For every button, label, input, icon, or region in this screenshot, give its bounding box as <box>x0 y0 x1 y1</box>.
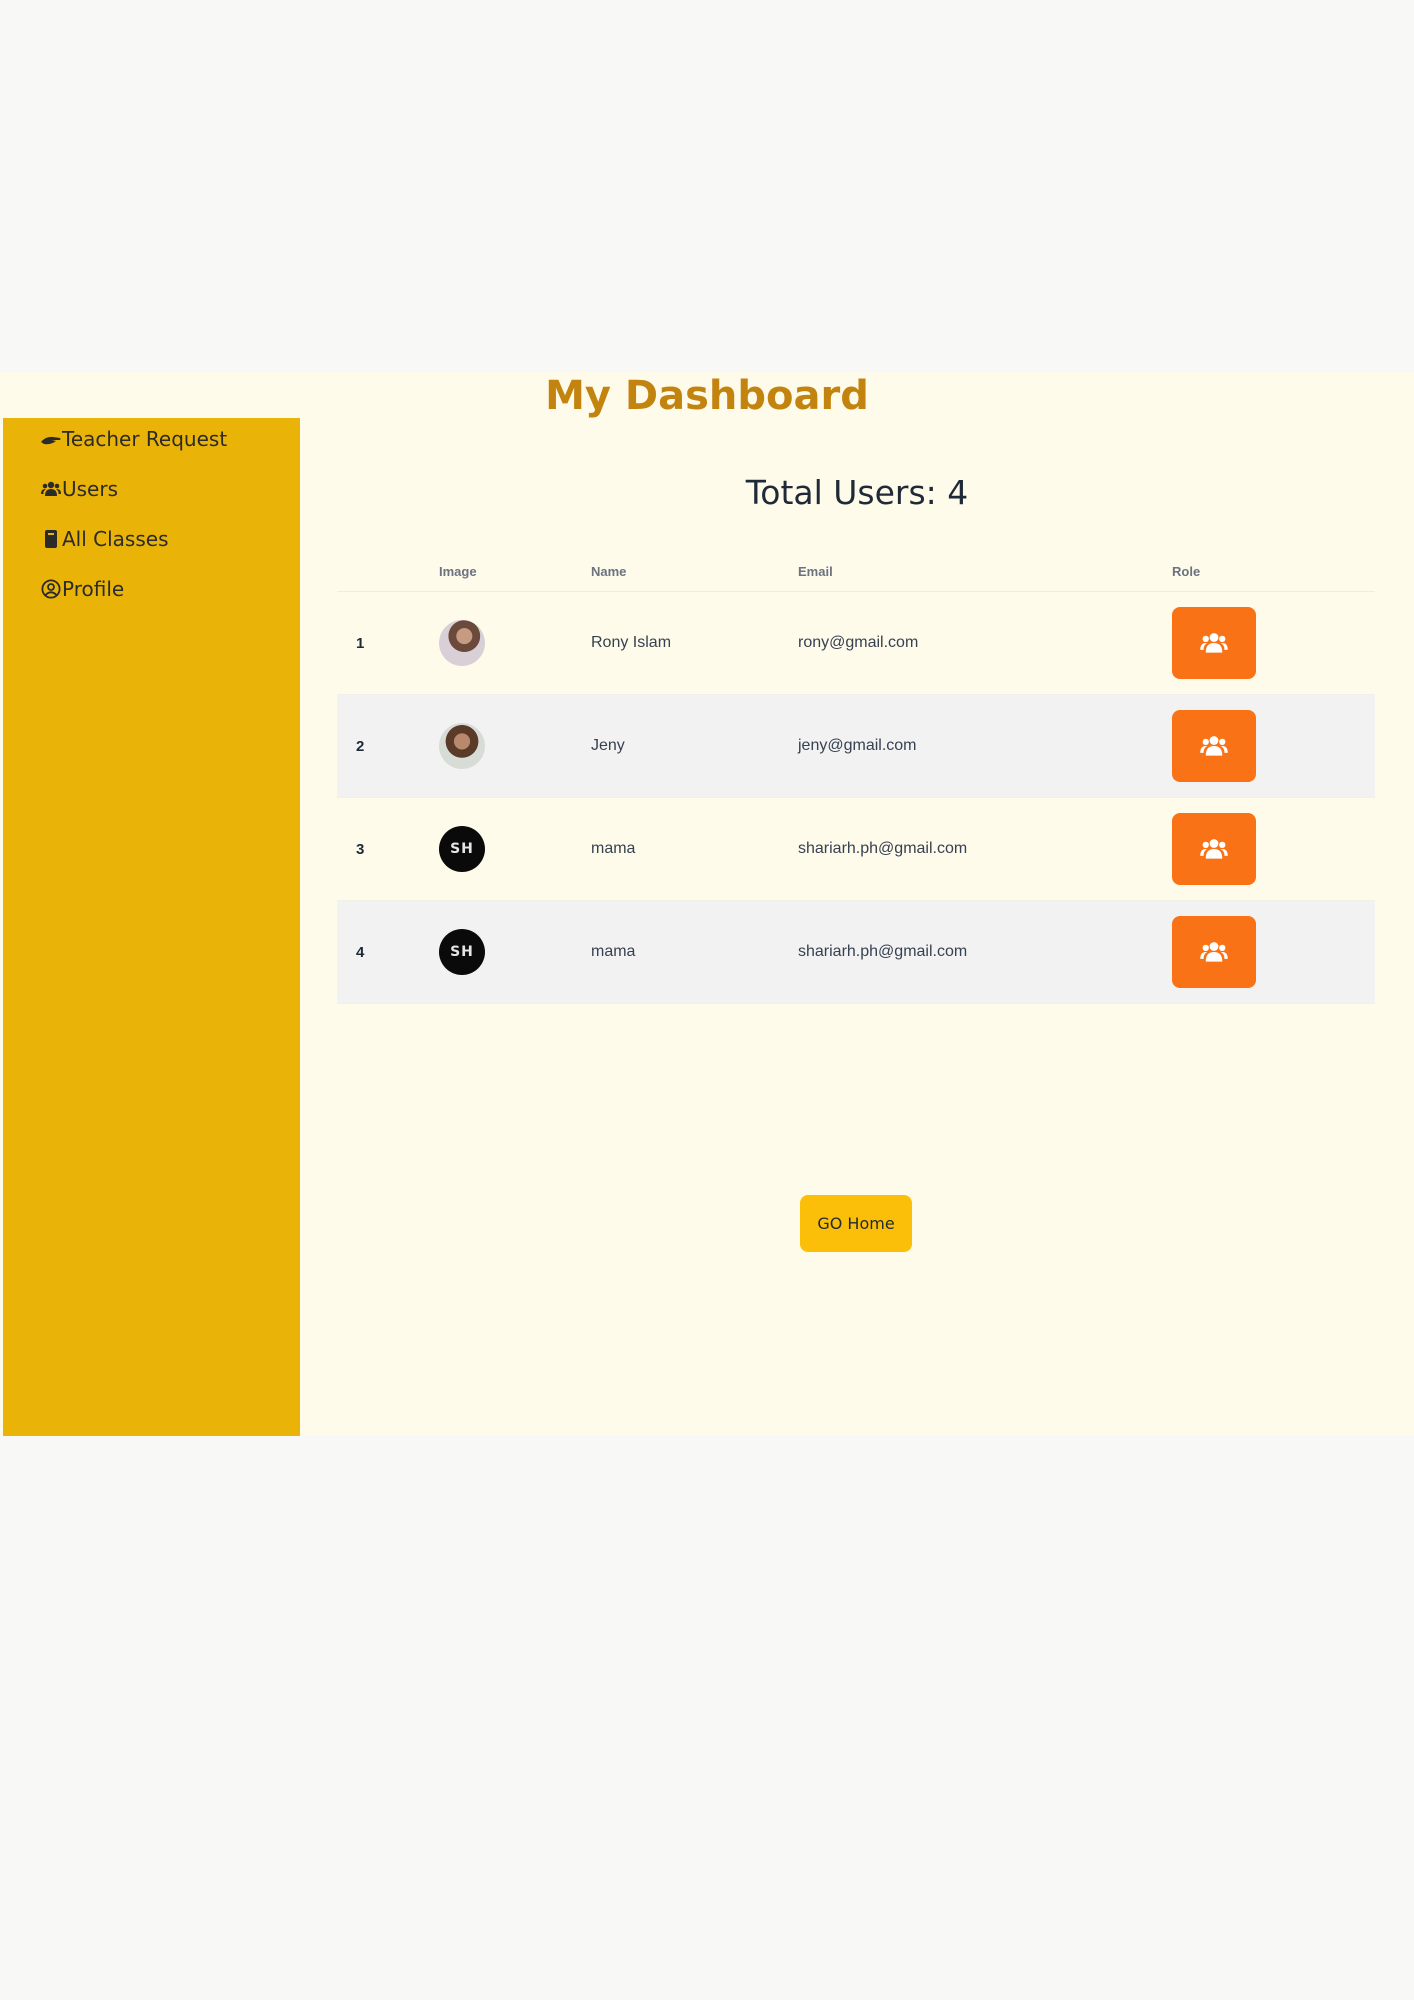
user-name: mama <box>591 943 636 960</box>
make-role-button[interactable] <box>1172 813 1256 885</box>
header-name: Name <box>591 564 627 579</box>
make-role-button[interactable] <box>1172 710 1256 782</box>
role-cell <box>1172 901 1256 1003</box>
users-table: Image Name Email Role 1 Rony Islam rony@… <box>337 552 1375 1004</box>
users-icon <box>40 478 62 500</box>
header-role: Role <box>1172 564 1201 579</box>
table-row: 1 Rony Islam rony@gmail.com <box>337 592 1375 695</box>
avatar <box>439 620 485 666</box>
table-row: 3 SH mama shariarh.ph@gmail.com <box>337 798 1375 901</box>
total-users-title: Total Users: 4 <box>745 473 969 512</box>
sidebar-item-label: All Classes <box>62 527 169 551</box>
role-cell <box>1172 592 1256 694</box>
sidebar: Teacher Request Users All Classes Profil… <box>3 418 300 1436</box>
users-icon <box>1200 942 1228 962</box>
make-role-button[interactable] <box>1172 607 1256 679</box>
user-name: Jeny <box>591 737 625 754</box>
header-image: Image <box>439 564 477 579</box>
avatar-cell: SH <box>439 901 485 1003</box>
table-header: Image Name Email Role <box>337 552 1375 592</box>
go-home-button[interactable]: GO Home <box>800 1195 912 1252</box>
user-circle-icon <box>40 578 62 600</box>
user-email: rony@gmail.com <box>798 634 919 651</box>
sidebar-item-label: Users <box>62 477 119 501</box>
role-cell <box>1172 695 1256 797</box>
role-cell <box>1172 798 1256 900</box>
make-role-button[interactable] <box>1172 916 1256 988</box>
header-email: Email <box>798 564 833 579</box>
user-name: Rony Islam <box>591 634 672 651</box>
avatar: SH <box>439 929 485 975</box>
user-name: mama <box>591 840 636 857</box>
hand-icon <box>40 428 62 450</box>
user-email: shariarh.ph@gmail.com <box>798 840 968 857</box>
sidebar-item-label: Teacher Request <box>62 427 228 451</box>
row-index: 2 <box>356 737 365 755</box>
sidebar-item-teacher-request[interactable]: Teacher Request <box>40 424 227 454</box>
user-email: shariarh.ph@gmail.com <box>798 943 968 960</box>
avatar-cell <box>439 592 485 694</box>
avatar-cell <box>439 695 485 797</box>
users-icon <box>1200 839 1228 859</box>
dashboard-frame: My Dashboard Teacher Request Users All C… <box>0 372 1414 1436</box>
avatar <box>439 723 485 769</box>
sidebar-item-users[interactable]: Users <box>40 474 118 504</box>
row-index: 3 <box>356 840 365 858</box>
users-icon <box>1200 736 1228 756</box>
sidebar-item-profile[interactable]: Profile <box>40 574 124 604</box>
table-row: 4 SH mama shariarh.ph@gmail.com <box>337 901 1375 1004</box>
sidebar-item-all-classes[interactable]: All Classes <box>40 524 169 554</box>
row-index: 1 <box>356 634 365 652</box>
book-icon <box>40 528 62 550</box>
avatar: SH <box>439 826 485 872</box>
avatar-cell: SH <box>439 798 485 900</box>
page-title: My Dashboard <box>545 373 869 419</box>
users-icon <box>1200 633 1228 653</box>
row-index: 4 <box>356 943 365 961</box>
user-email: jeny@gmail.com <box>798 737 917 754</box>
table-row: 2 Jeny jeny@gmail.com <box>337 695 1375 798</box>
sidebar-item-label: Profile <box>62 577 125 601</box>
